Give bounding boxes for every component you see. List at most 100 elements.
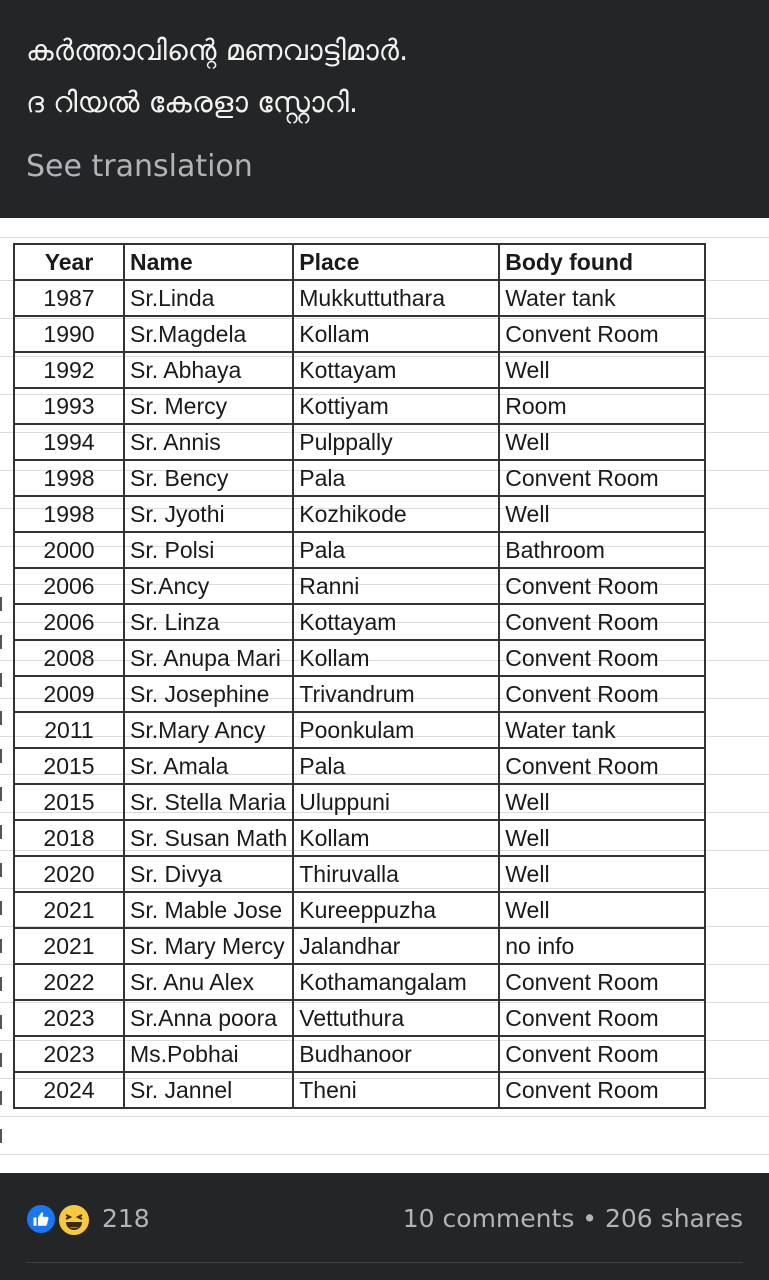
see-translation-link[interactable]: See translation	[26, 148, 253, 186]
cell-year: 1993	[13, 387, 125, 425]
cell-place: Ranni	[292, 567, 501, 605]
cell-name: Sr. Anupa Mari	[122, 639, 295, 677]
table-row: 2023 Sr.Anna poora Vettuthura Convent Room	[13, 999, 707, 1037]
table-row: 1994 Sr. Annis Pulppally Well	[13, 423, 707, 461]
row-marker	[0, 977, 2, 991]
row-marker	[0, 825, 2, 839]
cell-name: Sr. Mercy	[122, 387, 295, 425]
comments-shares: 10 comments • 206 shares	[403, 1203, 743, 1235]
cell-body-found: Well	[498, 423, 707, 461]
cell-place: Uluppuni	[292, 783, 501, 821]
table-row: 1990 Sr.Magdela Kollam Convent Room	[13, 315, 707, 353]
cell-year: 1992	[13, 351, 125, 389]
cell-year: 2006	[13, 567, 125, 605]
table-row: 1998 Sr. Bency Pala Convent Room	[13, 459, 707, 497]
cell-place: Trivandrum	[292, 675, 501, 713]
cell-body-found: Water tank	[498, 279, 707, 317]
row-marker	[0, 673, 2, 687]
row-marker	[0, 939, 2, 953]
table-row: 2023 Ms.Pobhai Budhanoor Convent Room	[13, 1035, 707, 1073]
cell-year: 2009	[13, 675, 125, 713]
cell-year: 2024	[13, 1071, 125, 1109]
table-row: 1992 Sr. Abhaya Kottayam Well	[13, 351, 707, 389]
table-row: 2021 Sr. Mary Mercy Jalandhar no info	[13, 927, 707, 965]
cell-body-found: no info	[498, 927, 707, 965]
cell-body-found: Well	[498, 855, 707, 893]
cell-body-found: Convent Room	[498, 567, 707, 605]
cell-name: Sr.Mary Ancy	[122, 711, 295, 749]
cell-place: Pala	[292, 747, 501, 785]
cell-place: Kottiyam	[292, 387, 501, 425]
cell-place: Kottayam	[292, 603, 501, 641]
table-row: 2020 Sr. Divya Thiruvalla Well	[13, 855, 707, 893]
cell-place: Kureeppuzha	[292, 891, 501, 929]
table-row: 2000 Sr. Polsi Pala Bathroom	[13, 531, 707, 569]
cell-name: Sr. Annis	[122, 423, 295, 461]
reaction-icons[interactable]	[25, 1203, 97, 1237]
cell-name: Sr. Mary Mercy	[122, 927, 295, 965]
haha-icon	[57, 1203, 91, 1237]
table-row: 2006 Sr. Linza Kottayam Convent Room	[13, 603, 707, 641]
table-row: 2008 Sr. Anupa Mari Kollam Convent Room	[13, 639, 707, 677]
cell-year: 2020	[13, 855, 125, 893]
comments-count[interactable]: 10 comments	[403, 1204, 575, 1233]
cell-name: Sr. Divya	[122, 855, 295, 893]
spreadsheet-image[interactable]: Year Name Place Body found 1987 Sr.Linda M…	[0, 218, 769, 1173]
cell-name: Sr. Stella Maria	[122, 783, 295, 821]
cell-year: 2023	[13, 1035, 125, 1073]
cell-place: Mukkuttuthara	[292, 279, 501, 317]
cell-body-found: Bathroom	[498, 531, 707, 569]
cell-year: 2011	[13, 711, 125, 749]
cell-place: Budhanoor	[292, 1035, 501, 1073]
table-row: 2015 Sr. Stella Maria Uluppuni Well	[13, 783, 707, 821]
cell-body-found: Convent Room	[498, 999, 707, 1037]
reaction-count[interactable]: 218	[102, 1203, 150, 1235]
cell-body-found: Convent Room	[498, 459, 707, 497]
cell-body-found: Convent Room	[498, 639, 707, 677]
cell-place: Jalandhar	[292, 927, 501, 965]
cell-body-found: Convent Room	[498, 675, 707, 713]
cell-name: Sr.Anna poora	[122, 999, 295, 1037]
cell-body-found: Convent Room	[498, 963, 707, 1001]
cell-year: 1987	[13, 279, 125, 317]
cell-name: Sr. Anu Alex	[122, 963, 295, 1001]
row-marker	[0, 901, 2, 915]
cell-year: 2018	[13, 819, 125, 857]
cell-place: Kozhikode	[292, 495, 501, 533]
header-name: Name	[122, 243, 295, 281]
cell-name: Sr. Bency	[122, 459, 295, 497]
cell-place: Kollam	[292, 315, 501, 353]
table-row: 2024 Sr. Jannel Theni Convent Room	[13, 1071, 707, 1109]
cell-place: Kollam	[292, 819, 501, 857]
table-row: 2015 Sr. Amala Pala Convent Room	[13, 747, 707, 785]
cell-place: Vettuthura	[292, 999, 501, 1037]
row-marker	[0, 787, 2, 801]
cell-year: 2000	[13, 531, 125, 569]
cell-name: Sr. Josephine	[122, 675, 295, 713]
cell-name: Sr. Polsi	[122, 531, 295, 569]
table-row: 2006 Sr.Ancy Ranni Convent Room	[13, 567, 707, 605]
table-row: 1998 Sr. Jyothi Kozhikode Well	[13, 495, 707, 533]
cell-year: 2022	[13, 963, 125, 1001]
cell-year: 2008	[13, 639, 125, 677]
cell-place: Kottayam	[292, 351, 501, 389]
cell-place: Kollam	[292, 639, 501, 677]
cell-place: Pulppally	[292, 423, 501, 461]
cell-year: 2015	[13, 783, 125, 821]
cell-name: Sr.Linda	[122, 279, 295, 317]
header-place: Place	[292, 243, 501, 281]
cell-body-found: Well	[498, 495, 707, 533]
cell-place: Theni	[292, 1071, 501, 1109]
cell-body-found: Convent Room	[498, 315, 707, 353]
row-marker	[0, 1091, 2, 1105]
cell-body-found: Convent Room	[498, 603, 707, 641]
table-row: 1987 Sr.Linda Mukkuttuthara Water tank	[13, 279, 707, 317]
cell-year: 2021	[13, 891, 125, 929]
row-header-fragments	[0, 218, 12, 1173]
table-header-row: Year Name Place Body found	[13, 243, 707, 281]
cell-year: 1990	[13, 315, 125, 353]
row-marker	[0, 1015, 2, 1029]
row-marker	[0, 1053, 2, 1067]
shares-count[interactable]: 206 shares	[605, 1204, 743, 1233]
row-marker	[0, 749, 2, 763]
